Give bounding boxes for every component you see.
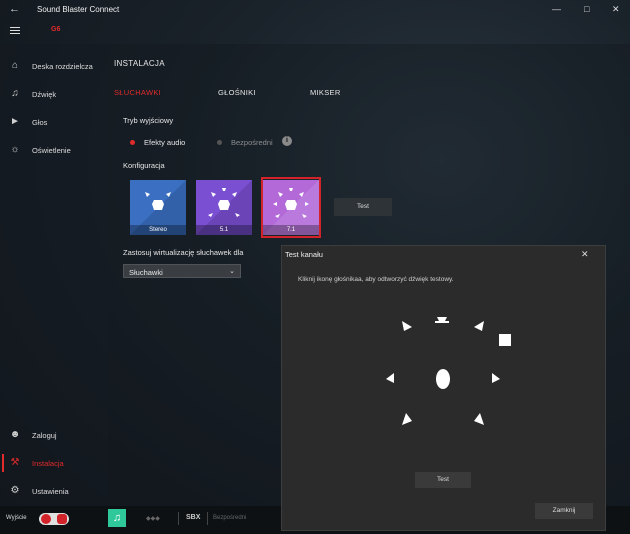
speaker-icon <box>57 514 67 524</box>
speaker-front-left-icon[interactable] <box>402 321 412 331</box>
output-mode-label: Tryb wyjściowy <box>123 116 174 125</box>
tab-speakers[interactable]: GŁOŚNIKI <box>218 88 256 97</box>
config-card-5-1[interactable]: 5.1 <box>196 180 252 235</box>
speaker-map <box>386 317 511 425</box>
tab-headphones[interactable]: SŁUCHAWKI <box>114 88 161 97</box>
speaker-rear-left-icon[interactable] <box>402 413 412 425</box>
sidebar-item-label: Ustawienia <box>32 486 69 496</box>
close-icon[interactable]: ✕ <box>581 249 589 260</box>
tab-mixer[interactable]: MIKSER <box>310 88 341 97</box>
user-icon: ☻ <box>9 429 21 440</box>
sidebar-item-label: Zaloguj <box>32 430 57 440</box>
divider <box>178 512 179 525</box>
sidebar-item-label: Deska rozdzielcza <box>32 61 93 71</box>
lightbulb-icon: ☼ <box>10 144 20 155</box>
select-value: Słuchawki <box>129 268 163 277</box>
sidebar-item-voice[interactable]: ► Głos <box>0 111 108 133</box>
config-card-stereo[interactable]: Stereo <box>130 180 186 235</box>
speaker-side-right-icon[interactable] <box>492 373 500 383</box>
info-icon[interactable]: i <box>282 136 292 146</box>
music-icon[interactable]: ♫ <box>108 509 126 527</box>
sidebar-item-sound[interactable]: ♫ Dźwięk <box>0 83 108 105</box>
test-button[interactable]: Test <box>334 198 392 216</box>
radio-audio-effects[interactable]: Efekty audio <box>130 138 185 147</box>
dialog-hint: Kliknij ikonę głośnikaa, aby odtworzyć d… <box>298 276 454 283</box>
home-icon: ⌂ <box>11 60 19 71</box>
sound-brand-logo: ◆◆◆ <box>146 516 160 522</box>
output-toggle[interactable] <box>39 513 69 525</box>
sidebar-item-label: Oświetlenie <box>32 145 71 155</box>
subwoofer-icon[interactable] <box>499 334 511 346</box>
dialog-title: Test kanału <box>285 250 323 259</box>
radio-direct[interactable]: Bezpośredni <box>217 138 273 147</box>
virtualization-select[interactable]: Słuchawki ⌄ <box>123 264 241 278</box>
radio-dot <box>217 140 222 145</box>
selected-config-frame <box>261 177 321 238</box>
maximize-icon[interactable]: □ <box>584 4 589 14</box>
title-bar: ← Sound Blaster Connect — □ ✕ <box>0 0 630 19</box>
sidebar-item-login[interactable]: ☻ Zaloguj <box>0 424 108 446</box>
sbx-label[interactable]: SBX <box>186 514 200 521</box>
minimize-icon[interactable]: — <box>552 4 561 14</box>
device-name[interactable]: G6 <box>51 26 60 33</box>
listener-icon <box>436 369 450 389</box>
sidebar-item-label: Dźwięk <box>32 89 57 99</box>
config-card-label: Stereo <box>130 225 186 235</box>
radio-dot <box>130 140 135 145</box>
sidebar-item-installation[interactable]: ⚒ Instalacja <box>0 452 108 474</box>
virtualization-label: Zastosuj wirtualizację słuchawek dla <box>123 248 244 257</box>
speaker-front-right-icon[interactable] <box>474 321 484 331</box>
voice-icon: ► <box>10 116 20 127</box>
radio-label: Efekty audio <box>144 138 186 147</box>
back-arrow-icon[interactable]: ← <box>9 3 20 15</box>
dialog-close-button[interactable]: Zamknij <box>535 503 593 519</box>
config-card-label: 5.1 <box>196 225 252 235</box>
sidebar-item-lighting[interactable]: ☼ Oświetlenie <box>0 139 108 161</box>
config-label: Konfiguracja <box>123 161 165 170</box>
dialog-test-button[interactable]: Test <box>415 472 471 488</box>
sidebar-item-settings[interactable]: ⚙ Ustawienia <box>0 480 108 502</box>
direct-label[interactable]: Bezpośredni <box>213 515 246 521</box>
wrench-icon: ⚒ <box>10 457 20 468</box>
radio-label: Bezpośredni <box>231 138 273 147</box>
sidebar-item-label: Instalacja <box>32 458 64 468</box>
speaker-rear-right-icon[interactable] <box>474 413 484 425</box>
close-window-icon[interactable]: ✕ <box>612 4 620 15</box>
sidebar-item-label: Głos <box>32 117 48 127</box>
gear-icon: ⚙ <box>10 485 20 496</box>
divider <box>207 512 208 525</box>
speaker-center-icon[interactable] <box>435 317 449 323</box>
headphones-icon <box>41 514 51 524</box>
chevron-down-icon: ⌄ <box>229 268 235 275</box>
output-label: Wyjście <box>6 515 27 521</box>
hamburger-menu-icon[interactable] <box>10 27 20 36</box>
page-title: INSTALACJA <box>114 59 165 68</box>
app-title: Sound Blaster Connect <box>37 5 120 14</box>
speaker-side-left-icon[interactable] <box>386 373 394 383</box>
sidebar-item-dashboard[interactable]: ⌂ Deska rozdzielcza <box>0 55 108 77</box>
music-note-icon: ♫ <box>11 88 19 99</box>
